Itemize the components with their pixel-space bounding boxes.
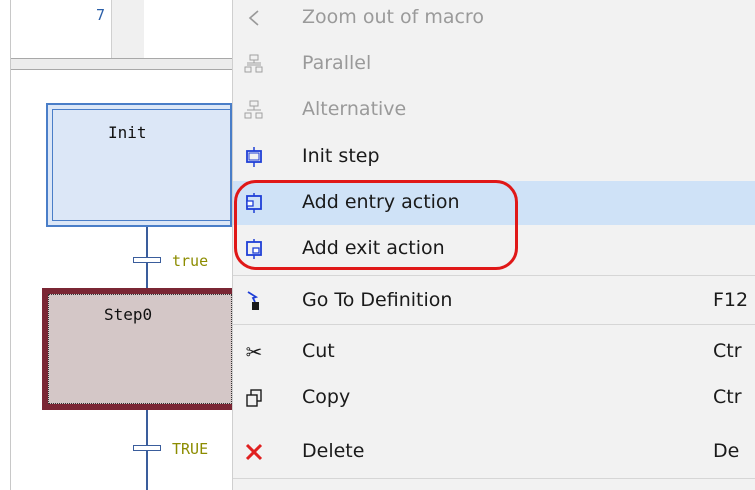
menu-item-shortcut: Ctr	[713, 340, 742, 362]
go-to-definition-icon	[243, 290, 265, 312]
menu-item-label: Zoom out of macro	[302, 6, 484, 28]
init-step-label: Init	[108, 123, 147, 142]
menu-item-init-step[interactable]: Init step	[233, 135, 755, 179]
transition-label[interactable]: true	[172, 252, 208, 270]
transition-bar[interactable]	[133, 257, 161, 263]
menu-item-go-to-definition[interactable]: Go To Definition F12	[233, 279, 755, 323]
init-step-box[interactable]: Init	[46, 103, 232, 227]
menu-item-alternative[interactable]: Alternative	[233, 88, 755, 132]
step0-label: Step0	[104, 305, 153, 324]
step0-box[interactable]: Step0	[42, 288, 232, 410]
step0-inner: Step0	[48, 294, 232, 404]
sfc-editor: 7 Init true Step0 TRUE	[0, 0, 232, 490]
menu-separator	[233, 324, 755, 325]
parallel-icon	[243, 53, 265, 75]
line-number: 7	[95, 6, 105, 24]
menu-item-label: Delete	[302, 440, 365, 462]
menu-item-zoom-out-of-macro[interactable]: Zoom out of macro	[233, 0, 755, 40]
menu-item-parallel[interactable]: Parallel	[233, 42, 755, 86]
horizontal-scrollbar[interactable]	[11, 58, 232, 70]
menu-item-shortcut: Ctr	[713, 386, 742, 408]
menu-item-label: Parallel	[302, 52, 372, 74]
alternative-icon	[243, 99, 265, 121]
menu-item-shortcut: F12	[713, 289, 749, 311]
menu-separator	[233, 275, 755, 276]
menu-item-label: Init step	[302, 145, 380, 167]
menu-item-delete[interactable]: Delete De	[233, 430, 755, 474]
menu-item-label: Alternative	[302, 98, 407, 120]
zoom-out-macro-icon	[243, 7, 265, 29]
gutter-block	[112, 0, 144, 58]
delete-icon	[243, 441, 265, 463]
copy-icon	[243, 387, 265, 409]
menu-item-cut[interactable]: ✂ Cut Ctr	[233, 330, 755, 374]
menu-item-copy[interactable]: Copy Ctr	[233, 376, 755, 420]
transition-label[interactable]: TRUE	[172, 440, 208, 458]
menu-item-shortcut: De	[713, 440, 740, 462]
transition-bar[interactable]	[133, 445, 161, 451]
menu-item-label: Cut	[302, 340, 335, 362]
editor-left-border	[10, 0, 11, 490]
menu-separator	[233, 478, 755, 479]
init-step-icon	[243, 146, 265, 168]
cut-icon: ✂	[245, 340, 263, 364]
line-number-cell: 7	[11, 0, 112, 58]
menu-item-label: Copy	[302, 386, 351, 408]
annotation-highlight-ellipse	[234, 180, 518, 270]
menu-item-label: Go To Definition	[302, 289, 453, 311]
